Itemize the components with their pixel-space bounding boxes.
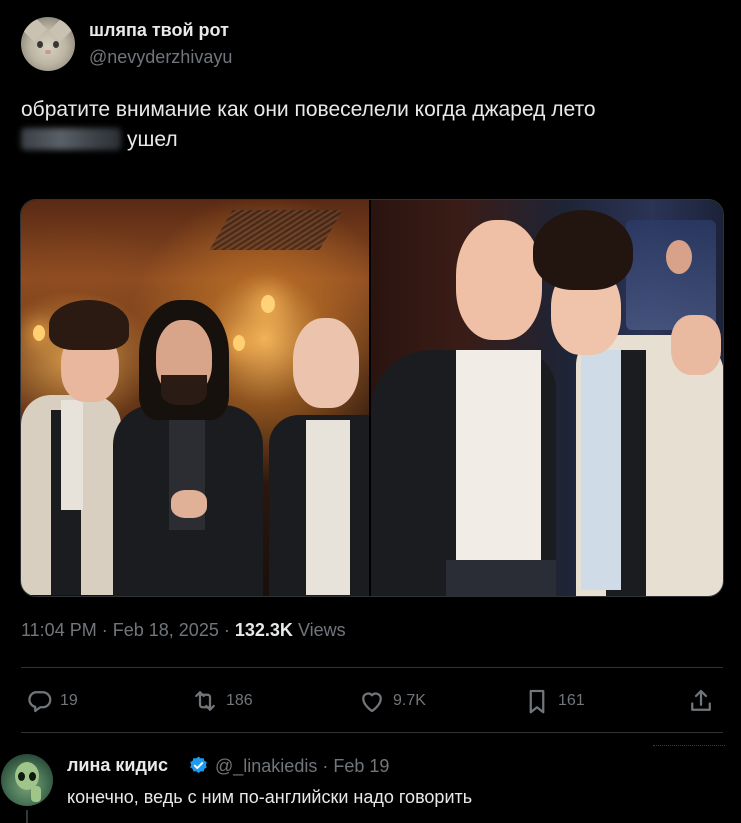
person-face bbox=[456, 220, 542, 340]
bookmark-count: 161 bbox=[558, 692, 585, 709]
cat-eye bbox=[53, 41, 59, 48]
repost-button[interactable]: 186 bbox=[190, 686, 253, 716]
person-hand bbox=[671, 315, 721, 375]
divider bbox=[21, 667, 723, 668]
media-photo-2[interactable] bbox=[371, 200, 723, 596]
like-count: 9.7K bbox=[393, 692, 426, 709]
avatar-eye bbox=[18, 772, 25, 781]
avatar-hand bbox=[31, 786, 41, 802]
cat-ear-icon bbox=[22, 17, 48, 43]
reply-count: 19 bbox=[60, 692, 78, 709]
person-hair bbox=[49, 300, 129, 350]
bookmark-icon bbox=[529, 689, 545, 714]
cat-ear-icon bbox=[48, 17, 74, 43]
ceiling-vent bbox=[209, 210, 343, 250]
person-figure bbox=[61, 400, 83, 510]
lamp-light bbox=[233, 335, 245, 351]
person-hair bbox=[533, 210, 633, 290]
blurred-word bbox=[21, 128, 121, 150]
reply-button[interactable]: 19 bbox=[24, 686, 78, 716]
share-icon bbox=[691, 689, 711, 711]
author-handle[interactable]: @nevyderzhivayu bbox=[89, 47, 232, 68]
person-figure bbox=[446, 560, 556, 596]
person-figure bbox=[456, 350, 541, 570]
tweet-text-line1: обратите внимание как они повеселели ког… bbox=[21, 98, 596, 121]
reply-author-name[interactable]: лина кидис bbox=[67, 755, 168, 776]
divider bbox=[21, 732, 723, 733]
meta-separator: · bbox=[223, 620, 230, 640]
media-photo-1[interactable] bbox=[21, 200, 369, 596]
tweet-text: обратите внимание как они повеселели ког… bbox=[21, 95, 711, 155]
author-avatar[interactable] bbox=[21, 17, 75, 71]
like-button[interactable]: 9.7K bbox=[357, 686, 426, 716]
tweet-time[interactable]: 11:04 PM bbox=[21, 620, 97, 640]
tweet-meta: 11:04 PM · Feb 18, 2025 · 132.3K Views bbox=[21, 620, 346, 641]
reply-text: конечно, ведь с ним по-английски надо го… bbox=[67, 787, 473, 807]
repost-icon bbox=[195, 691, 215, 711]
media-grid bbox=[20, 199, 724, 597]
reply-icon bbox=[28, 691, 52, 713]
reply-handle-date[interactable]: @_linakiedis · Feb 19 bbox=[215, 756, 389, 777]
background-painting bbox=[666, 240, 692, 274]
meta-separator: · bbox=[101, 620, 108, 640]
tweet-text-line2: ушел bbox=[127, 128, 178, 151]
person-figure bbox=[306, 420, 350, 595]
person-figure bbox=[581, 350, 621, 590]
views-label: Views bbox=[297, 620, 346, 640]
person-hand bbox=[171, 490, 207, 518]
like-icon bbox=[362, 692, 382, 713]
author-display-name[interactable]: шляпа твой рот bbox=[89, 20, 229, 41]
reply-author-avatar[interactable] bbox=[1, 754, 53, 806]
thread-line bbox=[26, 810, 28, 823]
repost-count: 186 bbox=[226, 692, 253, 709]
cat-eye bbox=[37, 41, 43, 48]
background-painting bbox=[626, 220, 716, 330]
lamp-light bbox=[261, 295, 275, 313]
person-beard bbox=[161, 375, 207, 405]
cat-nose bbox=[45, 50, 51, 54]
avatar-eye bbox=[29, 772, 36, 781]
divider bbox=[653, 745, 725, 750]
tweet-detail-page: шляпа твой рот @nevyderzhivayu обратите … bbox=[0, 0, 741, 823]
verified-badge-icon[interactable] bbox=[188, 755, 209, 776]
bookmark-button[interactable]: 161 bbox=[522, 686, 585, 716]
tweet-date[interactable]: Feb 18, 2025 bbox=[113, 620, 219, 640]
lamp-light bbox=[33, 325, 45, 341]
views-count[interactable]: 132.3K bbox=[235, 620, 293, 640]
person-face bbox=[293, 318, 359, 408]
share-button[interactable] bbox=[686, 686, 722, 716]
